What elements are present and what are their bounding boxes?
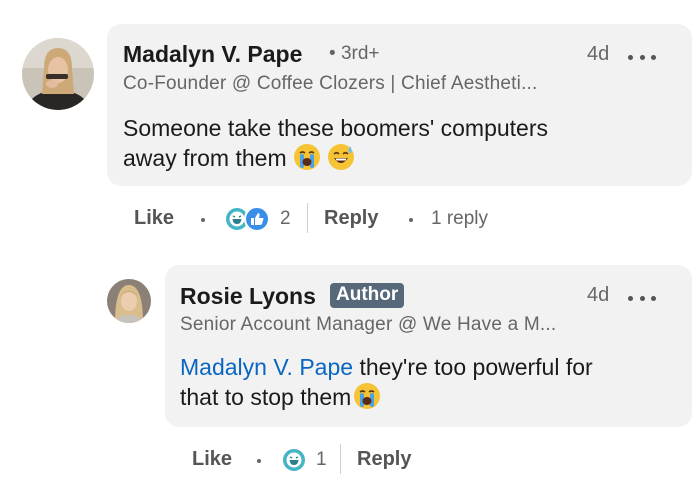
reply-text-line1-rest: they're too powerful for bbox=[353, 354, 593, 380]
author-badge: Author bbox=[330, 283, 405, 308]
loudly-crying-face-icon bbox=[293, 143, 321, 178]
reply-text-line2-text: that to stop them bbox=[180, 384, 352, 410]
reaction-icons[interactable] bbox=[224, 205, 274, 233]
comment-timestamp: 4d bbox=[587, 43, 610, 65]
action-separator-dot bbox=[257, 459, 261, 463]
reply-timestamp: 4d bbox=[587, 284, 610, 306]
reply-reply-button[interactable]: Reply bbox=[357, 448, 411, 471]
reply-button[interactable]: Reply bbox=[324, 207, 378, 230]
reply-text-line2: that to stop them bbox=[180, 382, 685, 417]
commenter-headline: Co-Founder @ Coffee Clozers | Chief Aest… bbox=[123, 73, 538, 94]
comment-text-line1: Someone take these boomers' computers bbox=[123, 115, 549, 141]
reply-author-headline: Senior Account Manager @ We Have a M... bbox=[180, 314, 557, 335]
comment-text-line2: away from them bbox=[123, 143, 683, 178]
reply-reaction-count[interactable]: 1 bbox=[316, 449, 327, 471]
reply-author-avatar[interactable] bbox=[107, 279, 151, 323]
more-options-icon[interactable] bbox=[628, 293, 656, 303]
comment-text-line2-text: away from them bbox=[123, 145, 287, 171]
reply-like-button[interactable]: Like bbox=[192, 448, 232, 471]
reply-text-line1: Madalyn V. Pape they're too powerful for bbox=[180, 352, 685, 382]
reply-reaction-icons[interactable] bbox=[280, 446, 308, 474]
loudly-crying-face-icon bbox=[353, 382, 381, 417]
connection-degree-text: 3rd+ bbox=[340, 43, 380, 64]
action-divider bbox=[307, 203, 308, 233]
funny-icon bbox=[281, 447, 307, 473]
connection-degree: • 3rd+ bbox=[329, 43, 380, 64]
replies-count-link[interactable]: 1 reply bbox=[431, 208, 488, 230]
mention-link[interactable]: Madalyn V. Pape bbox=[180, 354, 353, 380]
action-separator-dot bbox=[201, 218, 205, 222]
action-separator-dot bbox=[409, 218, 413, 222]
commenter-name[interactable]: Madalyn V. Pape bbox=[123, 41, 302, 68]
reply-author-name[interactable]: Rosie Lyons bbox=[180, 283, 316, 310]
like-button[interactable]: Like bbox=[134, 207, 174, 230]
like-icon bbox=[244, 206, 270, 232]
reply-text: Madalyn V. Pape they're too powerful for… bbox=[180, 352, 685, 417]
action-divider bbox=[340, 444, 341, 474]
reaction-count[interactable]: 2 bbox=[280, 208, 291, 230]
grinning-face-with-sweat-icon bbox=[327, 143, 355, 178]
more-options-icon[interactable] bbox=[628, 52, 656, 62]
comment-text: Someone take these boomers' computers aw… bbox=[123, 113, 683, 178]
commenter-avatar[interactable] bbox=[22, 38, 94, 110]
